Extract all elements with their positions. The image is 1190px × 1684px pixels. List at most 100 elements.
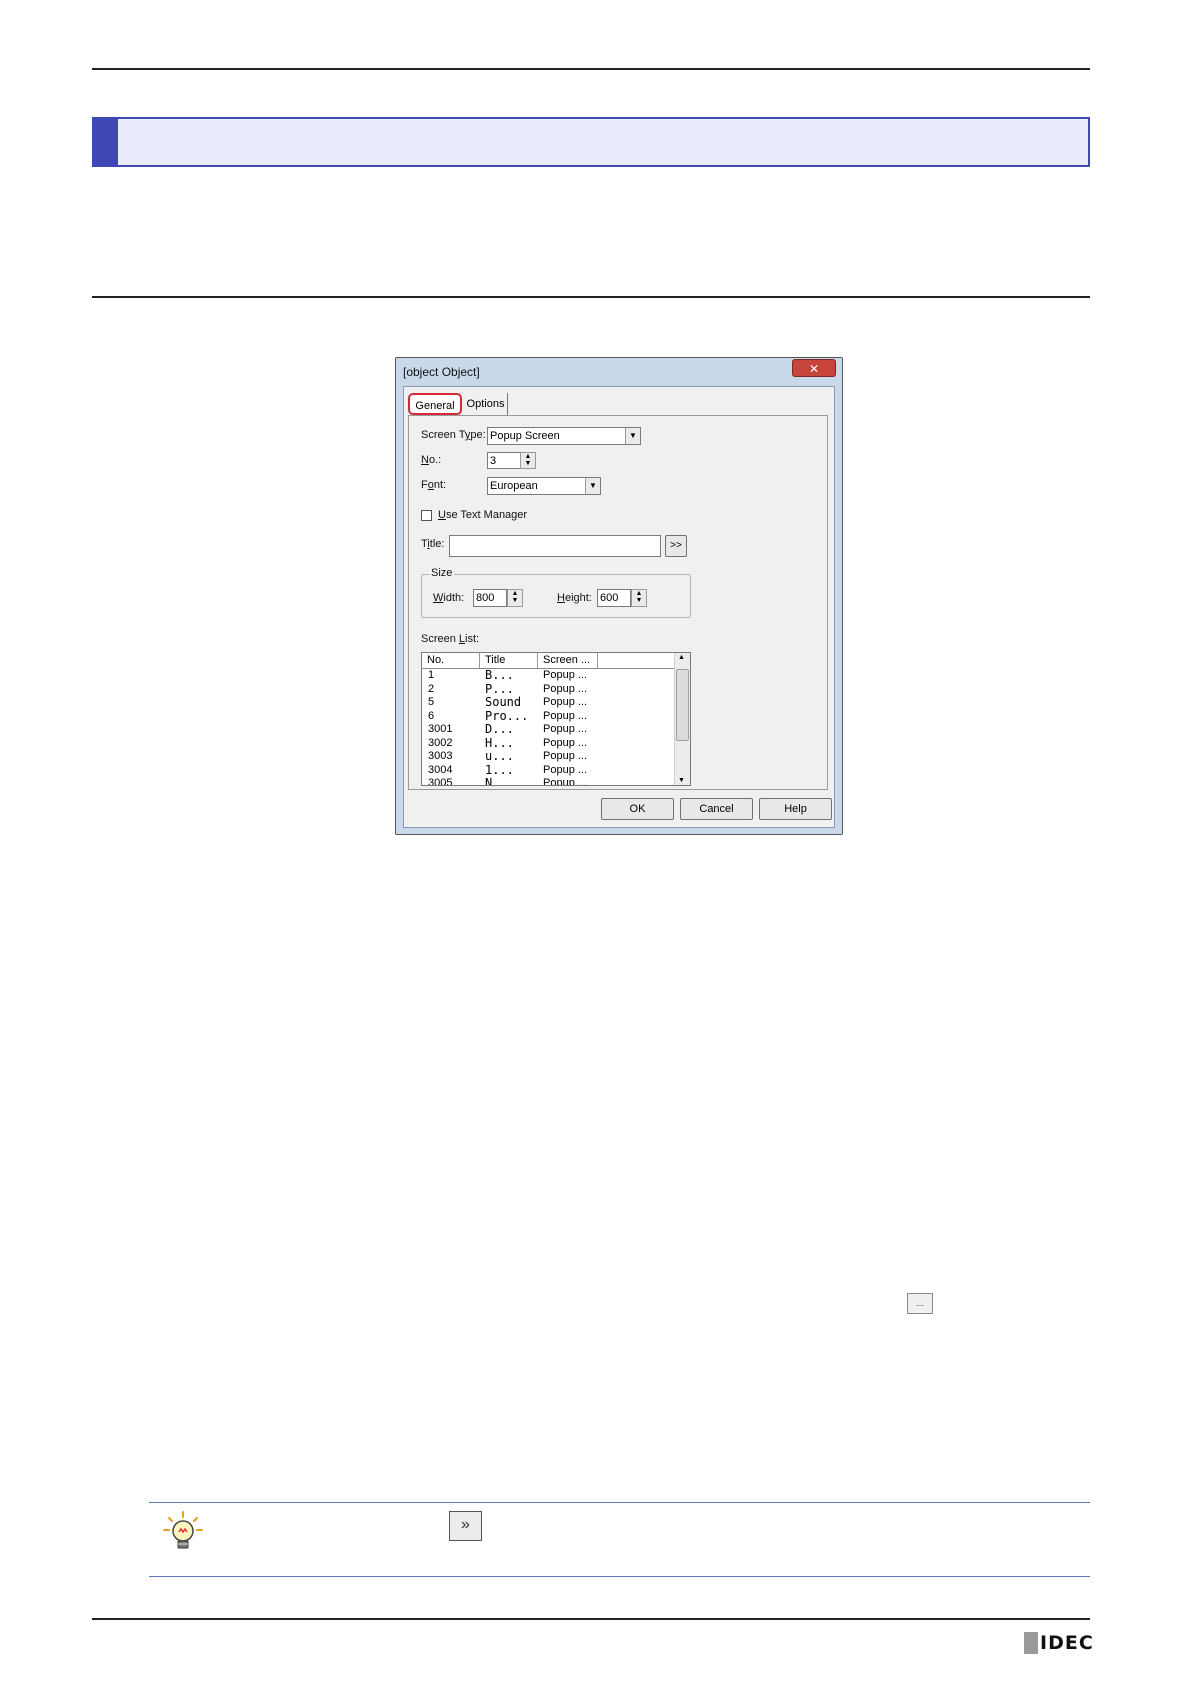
ok-button[interactable]: OK xyxy=(601,798,674,820)
column-header-title[interactable]: Title xyxy=(480,653,538,668)
width-input[interactable]: 800 xyxy=(473,589,507,607)
help-button[interactable]: Help xyxy=(759,798,832,820)
general-panel: Screen Type: Popup Screen ▼ No.: 3 ▲ ▼ Fo… xyxy=(408,415,828,790)
label-accel: H xyxy=(557,592,565,604)
screen-type-label: Screen Type: xyxy=(421,429,486,441)
tip-bottom-rule xyxy=(149,1576,1090,1577)
header-rule xyxy=(92,68,1090,70)
list-scrollbar[interactable]: ▲ ▼ xyxy=(674,653,690,785)
label-part: se Text Manager xyxy=(445,509,528,521)
font-dropdown[interactable]: European ▼ xyxy=(487,477,601,495)
height-label: Height: xyxy=(557,592,592,604)
scroll-thumb[interactable] xyxy=(676,669,689,741)
list-cell-no: 6 xyxy=(428,709,435,722)
screen-properties-dialog: [object Object] ✕ General Options Screen… xyxy=(395,357,843,835)
list-item[interactable]: 3004 1... Popup ... xyxy=(422,762,652,778)
label-part: Screen T xyxy=(421,429,465,441)
list-cell-no: 2 xyxy=(428,682,435,695)
list-item[interactable]: 2 P... Popup ... xyxy=(422,681,652,697)
tab-general[interactable]: General xyxy=(408,393,462,415)
list-item[interactable]: 3001 D... Popup ... xyxy=(422,722,652,737)
dialog-title: [object Object] xyxy=(403,365,480,379)
no-input[interactable]: 3 xyxy=(487,452,521,469)
label-part: Screen xyxy=(421,633,459,645)
label-part: eight: xyxy=(564,592,592,604)
list-cell-title: D... xyxy=(485,722,514,736)
list-cell-screen: Popup ... xyxy=(543,736,588,749)
chevron-down-icon[interactable]: ▼ xyxy=(625,428,640,444)
list-cell-title: P... xyxy=(485,681,514,696)
label-accel: W xyxy=(433,592,444,604)
section-banner xyxy=(92,117,1090,167)
size-group-label: Size xyxy=(429,567,455,579)
no-spinner[interactable]: ▲ ▼ xyxy=(520,452,536,469)
column-header-no[interactable]: No. xyxy=(422,653,480,668)
forward-button-glyph: » xyxy=(449,1511,482,1541)
list-item[interactable]: 3005 N... Popup ... xyxy=(422,776,652,786)
list-cell-title: B... xyxy=(485,668,514,682)
tip-top-rule xyxy=(149,1502,1090,1503)
label-part: o.: xyxy=(428,454,442,466)
no-label: No.: xyxy=(421,454,441,466)
label-accel: N xyxy=(421,454,429,466)
lightbulb-icon xyxy=(160,1510,206,1554)
scroll-up-icon[interactable]: ▲ xyxy=(678,654,685,661)
height-value: 600 xyxy=(600,592,619,604)
list-cell-screen: Popup ... xyxy=(543,763,588,776)
use-text-manager-checkbox[interactable] xyxy=(421,510,432,521)
close-button[interactable]: ✕ xyxy=(792,359,836,377)
list-cell-no: 3001 xyxy=(428,723,453,735)
title-label: Title: xyxy=(421,538,444,550)
title-browse-button[interactable]: >> xyxy=(665,535,687,557)
logo-text: IDEC xyxy=(1040,1632,1094,1654)
dialog-client: General Options Screen Type: Popup Scree… xyxy=(403,386,835,828)
list-item[interactable]: 5 Sound Popup ... xyxy=(422,695,652,710)
width-label: Width: xyxy=(433,592,464,604)
list-cell-screen: Popup ... xyxy=(543,723,588,735)
logo-bar xyxy=(1024,1632,1038,1654)
list-cell-screen: Popup ... xyxy=(543,682,588,695)
use-text-manager-label: Use Text Manager xyxy=(438,509,527,521)
list-cell-no: 3003 xyxy=(428,750,453,762)
footer-rule xyxy=(92,1618,1090,1620)
list-item[interactable]: 3002 H... Popup ... xyxy=(422,736,652,751)
screen-list-header: No. Title Screen ... xyxy=(422,653,690,669)
list-cell-title: Pro... xyxy=(485,708,529,723)
cancel-button[interactable]: Cancel xyxy=(680,798,753,820)
list-item[interactable]: 3003 u... Popup ... xyxy=(422,749,652,764)
font-value: European xyxy=(490,480,538,492)
list-cell-title: u... xyxy=(485,749,514,763)
font-label: Font: xyxy=(421,479,446,491)
list-cell-no: 3002 xyxy=(428,736,453,749)
screen-type-dropdown[interactable]: Popup Screen ▼ xyxy=(487,427,641,445)
list-item[interactable]: 1 B... Popup ... xyxy=(422,668,652,683)
list-cell-title: 1... xyxy=(485,762,514,777)
column-header-screen[interactable]: Screen ... xyxy=(538,653,598,668)
screen-type-value: Popup Screen xyxy=(490,430,560,442)
width-value: 800 xyxy=(476,592,495,604)
width-spinner[interactable]: ▲ ▼ xyxy=(507,589,523,607)
label-accel: U xyxy=(438,509,446,521)
list-cell-no: 1 xyxy=(428,669,435,681)
label-part: F xyxy=(421,479,428,491)
label-part: idth: xyxy=(443,592,465,604)
list-cell-title: Sound xyxy=(485,695,522,709)
label-part: tle: xyxy=(429,538,445,550)
browse-ellipsis-button[interactable]: ... xyxy=(907,1293,933,1314)
scroll-down-icon[interactable]: ▼ xyxy=(678,777,685,784)
list-cell-screen: Popup ... xyxy=(543,777,588,786)
list-cell-screen: Popup ... xyxy=(543,750,588,762)
title-input[interactable] xyxy=(449,535,661,557)
tab-options[interactable]: Options xyxy=(464,393,508,415)
screen-list[interactable]: No. Title Screen ... 1 B... Popup ... 2 P...… xyxy=(421,652,691,786)
banner-tab xyxy=(94,119,118,165)
list-cell-no: 5 xyxy=(428,696,435,708)
screen-list-label: Screen List: xyxy=(421,633,479,645)
label-part: nt: xyxy=(433,479,447,491)
height-spinner[interactable]: ▲ ▼ xyxy=(631,589,647,607)
chevron-down-icon[interactable]: ▼ xyxy=(585,478,600,494)
list-cell-no: 3004 xyxy=(428,763,453,776)
height-input[interactable]: 600 xyxy=(597,589,631,607)
label-part: ist: xyxy=(465,633,480,645)
list-item[interactable]: 6 Pro... Popup ... xyxy=(422,708,652,724)
